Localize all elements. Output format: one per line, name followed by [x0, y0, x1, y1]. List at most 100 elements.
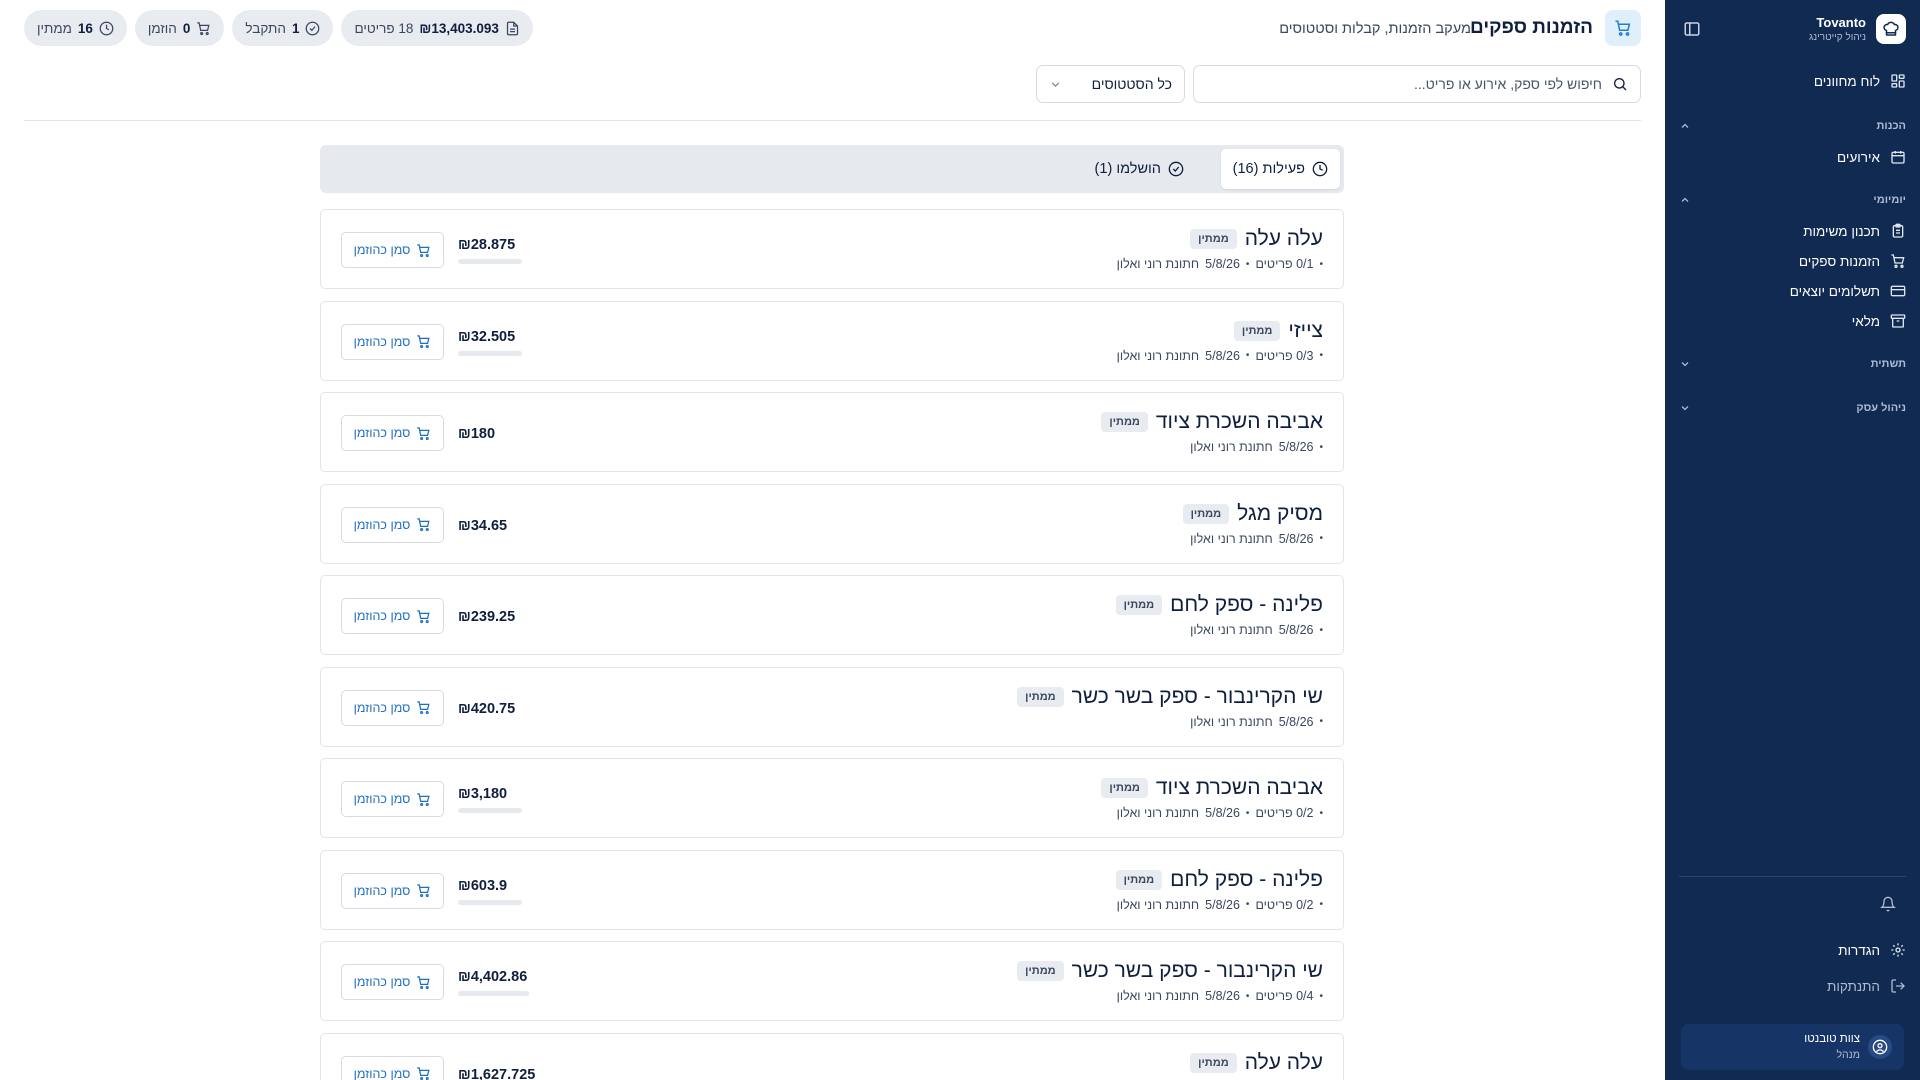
order-event: חתונת רוני ואלון: [1190, 531, 1273, 546]
tab-label: הושלמו (1): [1094, 161, 1161, 177]
credit-card-icon: [1890, 283, 1906, 299]
sidebar-item-supplier-orders[interactable]: הזמנות ספקים: [1679, 250, 1906, 272]
order-event: חתונת רוני ואלון: [1190, 440, 1273, 454]
order-card[interactable]: שי הקרינבור - ספק בשר כשר ממתין חתונת רו…: [320, 666, 1344, 747]
order-card[interactable]: שי הקרינבור - ספק בשר כשר ממתין חתונת רו…: [320, 941, 1344, 1021]
sidebar-item-events[interactable]: אירועים: [1679, 146, 1906, 168]
sidebar-item-outgoing-payments[interactable]: תשלומים יוצאים: [1679, 280, 1906, 302]
order-title-row: פלינה - ספק לחם ממתין: [1115, 868, 1323, 892]
order-card[interactable]: צייזי ממתין חתונת רוני ואלון 5/8/26 • 0/3 פ…: [320, 300, 1344, 381]
section-label: ניהול עסק: [1856, 402, 1906, 414]
order-card[interactable]: מסיק מגל ממתין חתונת רוני ואלון 5/8/26 • ₪…: [320, 483, 1344, 564]
mark-ordered-button[interactable]: סמן כהוזמן: [341, 415, 444, 451]
order-card[interactable]: אביבה השכרת ציוד ממתין חתונת רוני ואלון 5…: [320, 392, 1344, 472]
meta-separator: •: [1319, 441, 1323, 453]
status-badge: ממתין: [1101, 778, 1148, 798]
search-field[interactable]: [1193, 65, 1641, 103]
user-name: צוות טובנטו: [1804, 1033, 1860, 1045]
order-card[interactable]: עלה עלה ממתין חתונת רוני ואלון ₪1,627.72…: [320, 1032, 1344, 1080]
tab-completed[interactable]: הושלמו (1): [1083, 149, 1196, 189]
document-icon: [505, 21, 520, 36]
sidebar-item-settings[interactable]: הגדרות: [1679, 939, 1906, 961]
sidebar-item-dashboard[interactable]: לוח מחוונים: [1679, 70, 1906, 92]
chip-count: 16: [77, 20, 93, 36]
order-meta: חתונת רוני ואלון 5/8/26 •: [1190, 532, 1323, 546]
sidebar-section-infra[interactable]: תשתית: [1679, 355, 1906, 373]
order-card[interactable]: פלינה - ספק לחם ממתין חתונת רוני ואלון 5/…: [320, 575, 1344, 655]
meta-separator: •: [1245, 258, 1250, 270]
sidebar-item-task-planning[interactable]: תכנון משימות: [1679, 220, 1906, 242]
mark-ordered-button[interactable]: סמן כהוזמן: [341, 598, 444, 634]
mark-ordered-label: סמן כהוזמן: [353, 883, 411, 898]
sidebar-item-label: הזמנות ספקים: [1798, 253, 1880, 269]
header-divider: [24, 120, 1641, 121]
order-amount: ₪1,627.725: [458, 1066, 536, 1080]
tab-active[interactable]: פעילות (16): [1220, 149, 1340, 189]
chip-received[interactable]: 1 התקבל: [232, 10, 334, 46]
user-profile-card[interactable]: צוות טובנטו מנהל: [1681, 1024, 1904, 1070]
order-date: 5/8/26: [1205, 257, 1240, 271]
meta-separator: •: [1319, 624, 1323, 636]
mark-ordered-button[interactable]: סמן כהוזמן: [341, 506, 444, 543]
chip-waiting[interactable]: 16 ממתין: [24, 10, 127, 46]
brand-subtitle: ניהול קייטרינג: [1809, 32, 1866, 43]
chip-ordered[interactable]: 0 הוזמן: [134, 10, 225, 46]
shopping-cart-icon: [1890, 253, 1906, 269]
bell-icon[interactable]: [1880, 896, 1896, 912]
order-card[interactable]: עלה עלה ממתין חתונת רוני ואלון 5/8/26 • 0/1…: [320, 209, 1344, 289]
sidebar-item-label: תכנון משימות: [1803, 223, 1880, 239]
order-event: חתונת רוני ואלון: [1116, 989, 1200, 1003]
sidebar-section-prep[interactable]: הכנות: [1679, 117, 1906, 135]
order-card[interactable]: פלינה - ספק לחם ממתין חתונת רוני ואלון 5/…: [320, 849, 1344, 930]
meta-separator: •: [1319, 990, 1323, 1002]
order-items-count: 0/2 פריטים: [1255, 897, 1314, 912]
order-amount: ₪28.875: [458, 237, 516, 253]
sidebar-divider: [1679, 876, 1906, 877]
mark-ordered-button[interactable]: סמן כהוזמן: [341, 781, 444, 817]
shopping-cart-icon: [416, 975, 431, 990]
sidebar-section-daily[interactable]: יומיומי: [1679, 191, 1906, 209]
sidebar-item-logout[interactable]: התנתקות: [1679, 975, 1906, 997]
mark-ordered-button[interactable]: סמן כהוזמן: [341, 872, 444, 909]
clipboard-icon: [1890, 223, 1906, 239]
order-meta: חתונת רוני ואלון 5/8/26 • 0/3 פריטים •: [1117, 349, 1323, 363]
meta-separator: •: [1245, 350, 1250, 361]
check-circle-icon: [1168, 161, 1184, 177]
mark-ordered-label: סמן כהוזמן: [353, 975, 411, 989]
sidebar-item-inventory[interactable]: מלאי: [1679, 310, 1906, 332]
mark-ordered-button[interactable]: סמן כהוזמן: [341, 689, 444, 726]
sidebar-section-business[interactable]: ניהול עסק: [1679, 399, 1906, 417]
tab-label: פעילות (16): [1232, 161, 1305, 177]
order-meta: חתונת רוני ואלון 5/8/26 • 0/1 פריטים •: [1117, 257, 1323, 271]
mark-ordered-button[interactable]: סמן כהוזמן: [341, 964, 444, 1000]
order-supplier-name: מסיק מגל: [1237, 501, 1323, 525]
mark-ordered-button[interactable]: סמן כהוזמן: [341, 1055, 444, 1080]
logout-icon: [1890, 978, 1906, 994]
order-meta: חתונת רוני ואלון 5/8/26 • 0/4 פריטים •: [1117, 989, 1323, 1003]
shopping-cart-icon: [416, 883, 431, 898]
mark-ordered-label: סמן כהוזמן: [353, 426, 411, 440]
sidebar-toggle-icon[interactable]: [1683, 20, 1701, 38]
clock-icon: [99, 21, 114, 36]
sidebar-item-label: הגדרות: [1838, 942, 1880, 958]
chip-total[interactable]: ₪13,403.093 18 פריטים: [341, 10, 533, 46]
mark-ordered-button[interactable]: סמן כהוזמן: [341, 232, 444, 268]
chip-total-amount: ₪13,403.093: [419, 20, 499, 36]
status-filter-select[interactable]: כל הסטטוסים: [1036, 65, 1185, 103]
order-title-row: שי הקרינבור - ספק בשר כשר ממתין: [1017, 959, 1323, 983]
search-input[interactable]: [1206, 76, 1602, 92]
order-amount: ₪603.9: [458, 877, 508, 894]
calendar-icon: [1890, 149, 1906, 165]
shopping-cart-icon: [1605, 10, 1641, 46]
order-meta: חתונת רוני ואלון 5/8/26 • 0/2 פריטים •: [1117, 898, 1323, 912]
section-label: יומיומי: [1873, 194, 1906, 206]
order-date: 5/8/26: [1278, 714, 1314, 729]
mark-ordered-label: סמן כהוזמן: [353, 609, 411, 623]
mark-ordered-label: סמן כהוזמן: [353, 1066, 411, 1080]
order-date: 5/8/26: [1278, 531, 1314, 546]
mark-ordered-button[interactable]: סמן כהוזמן: [341, 323, 444, 360]
status-badge: ממתין: [1115, 869, 1163, 890]
chevron-up-icon: [1679, 194, 1691, 206]
order-event: חתונת רוני ואלון: [1116, 897, 1200, 912]
order-card[interactable]: אביבה השכרת ציוד ממתין חתונת רוני ואלון 5…: [320, 758, 1344, 838]
